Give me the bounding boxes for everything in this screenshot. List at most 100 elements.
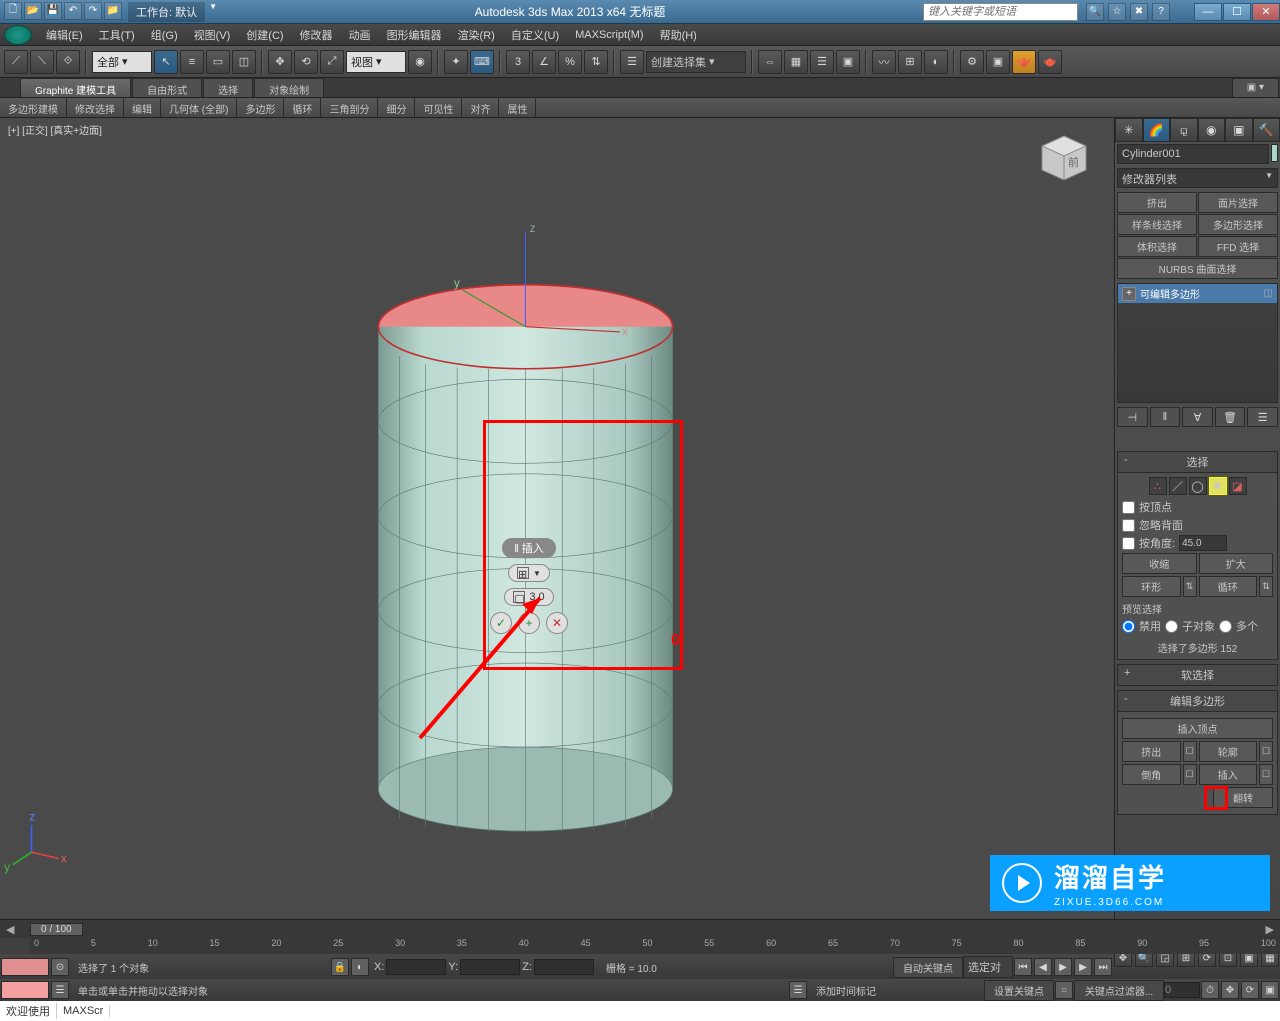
unlink-icon[interactable]: ⟍ bbox=[30, 50, 54, 74]
maximize-button[interactable]: ☐ bbox=[1223, 3, 1251, 21]
minimize-button[interactable]: — bbox=[1194, 3, 1222, 21]
modifier-stack[interactable]: 可编辑多边形 bbox=[1117, 283, 1278, 403]
script-listener-icon[interactable] bbox=[1, 981, 49, 999]
save-icon[interactable]: 💾 bbox=[44, 2, 62, 20]
workspace-selector[interactable]: 工作台: 默认 bbox=[128, 2, 205, 22]
btn-inset[interactable]: 插入 bbox=[1199, 764, 1258, 785]
modset-spline[interactable]: 样条线选择 bbox=[1117, 214, 1197, 235]
selection-filter[interactable]: 全部 ▾ bbox=[92, 51, 152, 73]
pivot-icon[interactable]: ◉ bbox=[408, 50, 432, 74]
menu-edit[interactable]: 编辑(E) bbox=[38, 24, 91, 46]
play-end-icon[interactable]: ⏭ bbox=[1094, 958, 1112, 976]
show-end-result-icon[interactable]: ‖ bbox=[1150, 407, 1181, 427]
btn-outline[interactable]: 轮廓 bbox=[1199, 741, 1258, 762]
btn-insertvertex[interactable]: 插入顶点 bbox=[1122, 718, 1273, 739]
pin-stack-icon[interactable]: ⊣ bbox=[1117, 407, 1148, 427]
subobj-vertex-icon[interactable]: ∴ bbox=[1149, 477, 1167, 495]
render-icon[interactable]: 🫖 bbox=[1012, 50, 1036, 74]
play-start-icon[interactable]: ⏮ bbox=[1014, 958, 1032, 976]
check-byvertex[interactable] bbox=[1122, 501, 1135, 514]
nav-pan-2-icon[interactable]: ✥ bbox=[1221, 981, 1239, 999]
configure-sets-icon[interactable]: ☰ bbox=[1247, 407, 1278, 427]
inset-settings-icon[interactable]: ☐ bbox=[1259, 764, 1273, 785]
modset-polysel[interactable]: 多边形选择 bbox=[1198, 214, 1278, 235]
scale-icon[interactable]: ⤢ bbox=[320, 50, 344, 74]
project-icon[interactable]: 📁 bbox=[104, 2, 122, 20]
ribbon-tab-modeling[interactable]: Graphite 建模工具 bbox=[20, 78, 131, 97]
btn-ring[interactable]: 环形 bbox=[1122, 576, 1181, 597]
cmd-tab-create-icon[interactable]: ✳ bbox=[1115, 118, 1143, 142]
play-prev-icon[interactable]: ◀ bbox=[1034, 958, 1052, 976]
snap-3-icon[interactable]: 3 bbox=[506, 50, 530, 74]
loop-spinner[interactable]: ⇅ bbox=[1259, 576, 1273, 597]
angle-snap-icon[interactable]: ∠ bbox=[532, 50, 556, 74]
redo-icon[interactable]: ↷ bbox=[84, 2, 102, 20]
menu-tools[interactable]: 工具(T) bbox=[91, 24, 143, 46]
menu-views[interactable]: 视图(V) bbox=[186, 24, 239, 46]
time-ruler[interactable]: 0510152025303540455055606570758085909510… bbox=[30, 938, 1280, 954]
time-tag-icon[interactable]: ☰ bbox=[789, 981, 807, 999]
make-unique-icon[interactable]: ∀ bbox=[1182, 407, 1213, 427]
caddy-amount-spinner[interactable]: ▢3.0 bbox=[504, 588, 553, 606]
menu-customize[interactable]: 自定义(U) bbox=[503, 24, 567, 46]
render-frame-icon[interactable]: ▣ bbox=[986, 50, 1010, 74]
radio-subobj[interactable] bbox=[1165, 620, 1178, 633]
ribbon-expand-icon[interactable]: ▣ ▾ bbox=[1232, 78, 1279, 97]
modset-extrude[interactable]: 挤出 bbox=[1117, 192, 1197, 213]
bevel-settings-icon[interactable]: ☐ bbox=[1183, 764, 1197, 785]
exchange-icon[interactable]: ✖ bbox=[1130, 3, 1148, 21]
ribbon-tab-select[interactable]: 选择 bbox=[203, 78, 253, 97]
bind-icon[interactable]: ⟐ bbox=[56, 50, 80, 74]
nav-max-2-icon[interactable]: ▣ bbox=[1261, 981, 1279, 999]
time-slider[interactable]: ◀ ▶ 0 / 100 bbox=[0, 920, 1280, 938]
cmd-tab-utilities-icon[interactable]: 🔨 bbox=[1253, 118, 1280, 142]
btn-flip[interactable]: 翻转 bbox=[1213, 787, 1273, 808]
menu-grapheditors[interactable]: 图形编辑器 bbox=[379, 24, 450, 46]
ribbon-section-polys[interactable]: 多边形 bbox=[237, 98, 284, 117]
isolate-icon[interactable]: ◐ bbox=[351, 958, 369, 976]
keyfilter-button[interactable]: 关键点过滤器... bbox=[1074, 980, 1164, 1001]
menu-animation[interactable]: 动画 bbox=[341, 24, 379, 46]
caddy-apply-icon[interactable]: + bbox=[518, 612, 540, 634]
modset-nurbs[interactable]: NURBS 曲面选择 bbox=[1117, 258, 1278, 279]
new-icon[interactable]: 🗋 bbox=[4, 2, 22, 20]
autokey-button[interactable]: 自动关键点 bbox=[893, 957, 963, 978]
stack-item-editablepoly[interactable]: 可编辑多边形 bbox=[1118, 284, 1277, 303]
move-icon[interactable]: ✥ bbox=[268, 50, 292, 74]
schematic-icon[interactable]: ⊞ bbox=[898, 50, 922, 74]
close-button[interactable]: ✕ bbox=[1252, 3, 1280, 21]
percent-snap-icon[interactable]: % bbox=[558, 50, 582, 74]
caddy-ok-icon[interactable]: ✓ bbox=[490, 612, 512, 634]
window-crossing-icon[interactable]: ◫ bbox=[232, 50, 256, 74]
remove-mod-icon[interactable]: 🗑 bbox=[1215, 407, 1246, 427]
link-icon[interactable]: ⟋ bbox=[4, 50, 28, 74]
named-selection-set[interactable]: 创建选择集 ▾ bbox=[646, 51, 746, 73]
graphite-icon[interactable]: ▣ bbox=[836, 50, 860, 74]
x-coord-input[interactable] bbox=[386, 959, 446, 975]
lock-icon[interactable]: 🔒 bbox=[331, 958, 349, 976]
extrude-settings-icon[interactable]: ☐ bbox=[1183, 741, 1197, 762]
ribbon-section-props[interactable]: 属性 bbox=[499, 98, 536, 117]
manipulate-icon[interactable]: ✦ bbox=[444, 50, 468, 74]
add-time-tag[interactable]: 添加时间标记 bbox=[808, 983, 884, 998]
btn-extrude[interactable]: 挤出 bbox=[1122, 741, 1181, 762]
refcoord-system[interactable]: 视图 ▾ bbox=[346, 51, 406, 73]
rollout-softsel[interactable]: 软选择 bbox=[1117, 664, 1278, 686]
script-icon-2[interactable]: ☰ bbox=[51, 981, 69, 999]
align-icon[interactable]: ▦ bbox=[784, 50, 808, 74]
search-input[interactable] bbox=[923, 3, 1078, 21]
ribbon-section-vis[interactable]: 可见性 bbox=[415, 98, 462, 117]
ribbon-section-loops[interactable]: 循环 bbox=[284, 98, 321, 117]
keymode-combo[interactable]: 选定对 bbox=[963, 956, 1013, 978]
cmd-tab-hierarchy-icon[interactable]: ⚼ bbox=[1170, 118, 1198, 142]
ring-spinner[interactable]: ⇅ bbox=[1183, 576, 1197, 597]
z-coord-input[interactable] bbox=[534, 959, 594, 975]
undo-icon[interactable]: ↶ bbox=[64, 2, 82, 20]
rotate-icon[interactable]: ⟲ bbox=[294, 50, 318, 74]
viewport[interactable]: [+] [正交] [真实+边面] bbox=[0, 118, 1114, 919]
play-icon[interactable]: ▶ bbox=[1054, 958, 1072, 976]
edit-named-sel-icon[interactable]: ☰ bbox=[620, 50, 644, 74]
material-editor-icon[interactable]: ◐ bbox=[924, 50, 948, 74]
btn-grow[interactable]: 扩大 bbox=[1199, 553, 1274, 574]
subobj-edge-icon[interactable]: ／ bbox=[1169, 477, 1187, 495]
